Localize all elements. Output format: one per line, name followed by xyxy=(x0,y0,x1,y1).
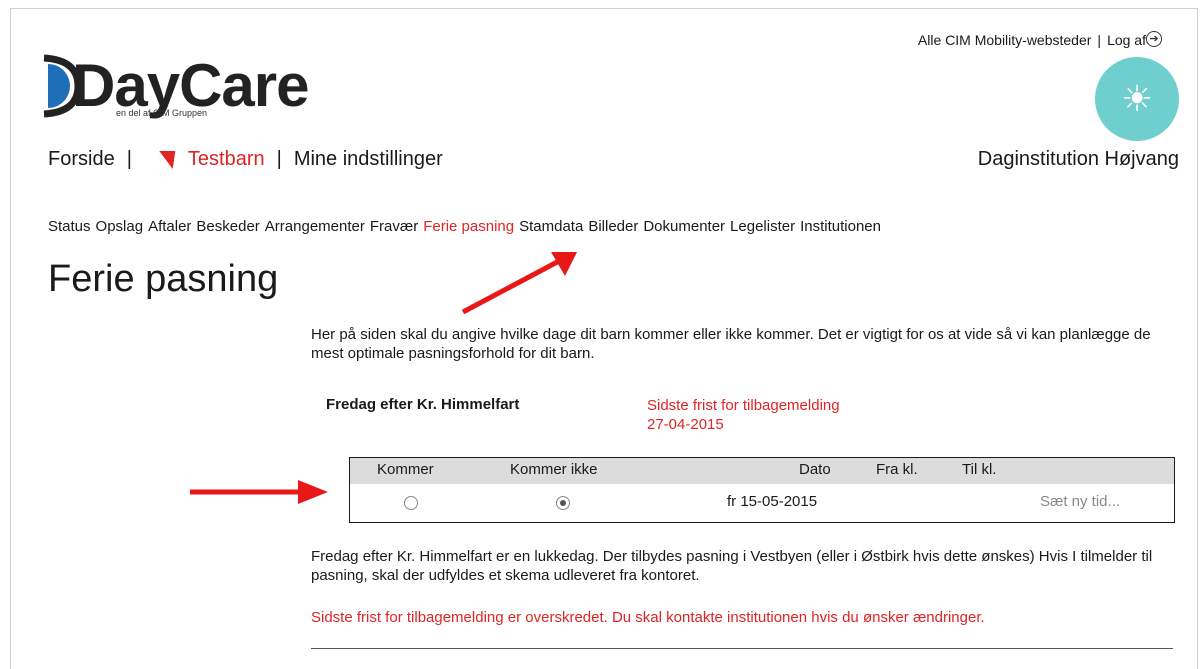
holiday-name: Fredag efter Kr. Himmelfart xyxy=(326,396,520,413)
sun-icon: ☀ xyxy=(1120,78,1154,119)
table-row: fr 15-05-2015 Sæt ny tid... xyxy=(350,485,1174,521)
logo-tagline: en del af CIM Gruppen xyxy=(116,108,208,118)
row-date: fr 15-05-2015 xyxy=(727,493,818,510)
kommer-ikke-radio[interactable] xyxy=(556,496,570,510)
deadline-warning: Sidste frist for tilbagemelding er overs… xyxy=(311,609,985,626)
logout-arrow-icon[interactable]: ➔ xyxy=(1146,31,1162,47)
divider xyxy=(311,648,1173,649)
col-dato: Dato xyxy=(799,461,831,478)
subnav-status[interactable]: Status xyxy=(48,218,91,235)
deadline: Sidste frist for tilbagemelding 27-04-20… xyxy=(647,396,840,434)
annotation-arrow-icon xyxy=(461,252,577,315)
logout-link[interactable]: Log af xyxy=(1107,32,1146,48)
kommer-radio[interactable] xyxy=(404,496,418,510)
col-kommer: Kommer xyxy=(377,461,434,478)
subnav-institutionen[interactable]: Institutionen xyxy=(800,218,881,235)
institution-name: Daginstitution Højvang xyxy=(977,148,1179,170)
subnav-arrangementer[interactable]: Arrangementer xyxy=(265,218,365,235)
nav-child-link[interactable]: Testbarn xyxy=(188,148,265,171)
nav-separator: | xyxy=(126,148,132,170)
holiday-note: Fredag efter Kr. Himmelfart er en lukked… xyxy=(311,548,1153,584)
nav-home[interactable]: Forside xyxy=(48,148,115,171)
sub-nav: Status Opslag Aftaler Beskeder Arrangeme… xyxy=(48,218,886,235)
institution-avatar: ☀ xyxy=(1095,57,1179,141)
page-title: Ferie pasning xyxy=(48,258,279,300)
top-links: Alle CIM Mobility-websteder | Log af xyxy=(918,32,1146,48)
main-nav: Forside | Testbarn | Mine indstillinger xyxy=(48,148,443,171)
deadline-label: Sidste frist for tilbagemelding xyxy=(647,397,840,414)
deadline-date: 27-04-2015 xyxy=(647,416,724,433)
daycare-logo: DayCare en del af CIM Gruppen xyxy=(42,46,309,126)
intro-text: Her på siden skal du angive hvilke dage … xyxy=(311,326,1151,362)
subnav-beskeder[interactable]: Beskeder xyxy=(196,218,259,235)
subnav-opslag[interactable]: Opslag xyxy=(96,218,144,235)
set-new-time-link[interactable]: Sæt ny tid... xyxy=(1040,493,1120,510)
col-kommer-ikke: Kommer ikke xyxy=(510,461,598,478)
subnav-legelister[interactable]: Legelister xyxy=(730,218,795,235)
annotation-arrow-icon xyxy=(190,480,328,504)
col-til-kl: Til kl. xyxy=(962,461,997,478)
col-fra-kl: Fra kl. xyxy=(876,461,918,478)
attendance-table: Kommer Kommer ikke Dato Fra kl. Til kl. … xyxy=(349,457,1175,523)
subnav-billeder[interactable]: Billeder xyxy=(588,218,638,235)
subnav-dokumenter[interactable]: Dokumenter xyxy=(643,218,725,235)
subnav-ferie-pasning[interactable]: Ferie pasning xyxy=(423,218,514,235)
all-sites-link[interactable]: Alle CIM Mobility-websteder xyxy=(918,32,1092,48)
top-links-separator: | xyxy=(1097,32,1102,48)
flag-icon xyxy=(156,150,176,169)
subnav-aftaler[interactable]: Aftaler xyxy=(148,218,191,235)
subnav-stamdata[interactable]: Stamdata xyxy=(519,218,583,235)
nav-separator: | xyxy=(276,148,282,170)
subnav-fravaer[interactable]: Fravær xyxy=(370,218,418,235)
table-header: Kommer Kommer ikke Dato Fra kl. Til kl. xyxy=(350,458,1174,484)
nav-settings[interactable]: Mine indstillinger xyxy=(294,148,443,171)
nav-child[interactable]: Testbarn xyxy=(144,148,265,171)
